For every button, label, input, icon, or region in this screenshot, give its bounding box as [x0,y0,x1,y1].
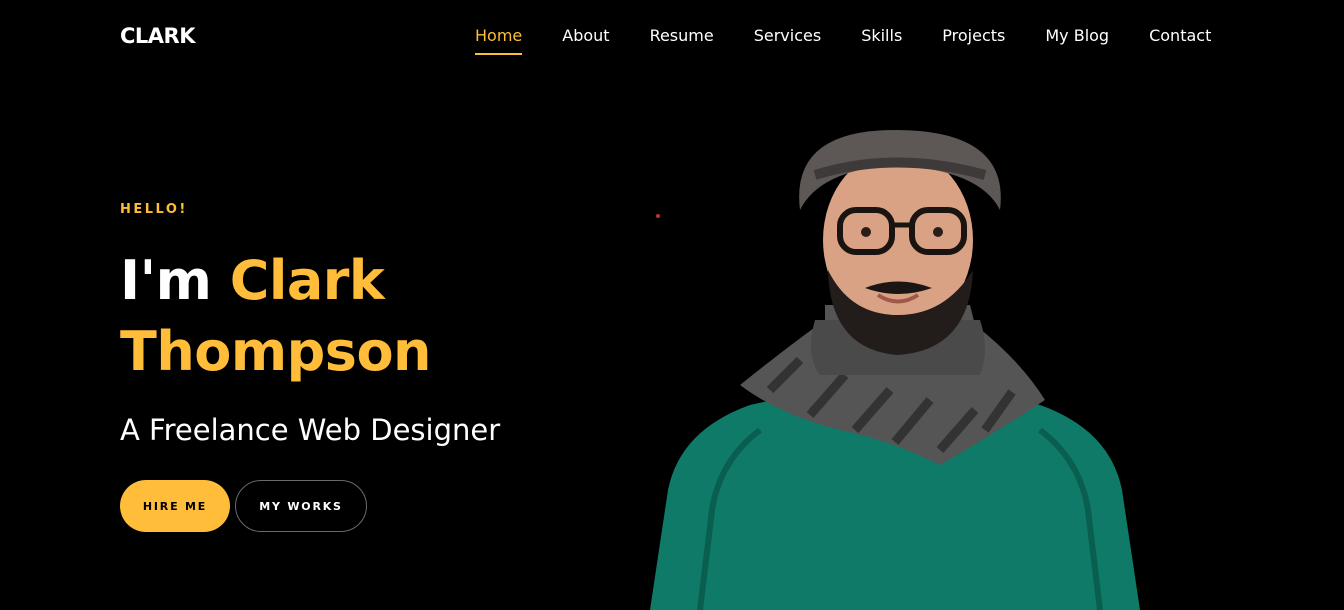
nav-item-skills[interactable]: Skills [861,26,902,55]
site-logo[interactable]: CLARK [120,24,196,48]
nav-item-contact[interactable]: Contact [1149,26,1211,55]
hero-headline: I'm Clark Thompson [120,245,640,387]
nav-item-resume[interactable]: Resume [650,26,714,55]
hero-subtitle: A Freelance Web Designer [120,413,501,447]
hero-portrait-image [650,130,1140,610]
nav-item-blog[interactable]: My Blog [1045,26,1109,55]
nav-item-projects[interactable]: Projects [942,26,1005,55]
headline-prefix: I'm [120,249,230,312]
nav-item-home[interactable]: Home [475,26,523,55]
navbar: CLARK Home About Resume Services Skills … [0,0,1344,76]
hire-me-button[interactable]: HIRE ME [120,480,230,532]
hero-buttons: HIRE ME MY WORKS [120,480,367,532]
hero-greeting: HELLO! [120,202,188,217]
my-works-button[interactable]: MY WORKS [235,480,367,532]
nav-item-services[interactable]: Services [754,26,821,55]
main-nav: Home About Resume Services Skills Projec… [475,26,1211,55]
hero-section: HELLO! I'm Clark Thompson A Freelance We… [120,202,640,447]
nav-item-about[interactable]: About [562,26,609,55]
